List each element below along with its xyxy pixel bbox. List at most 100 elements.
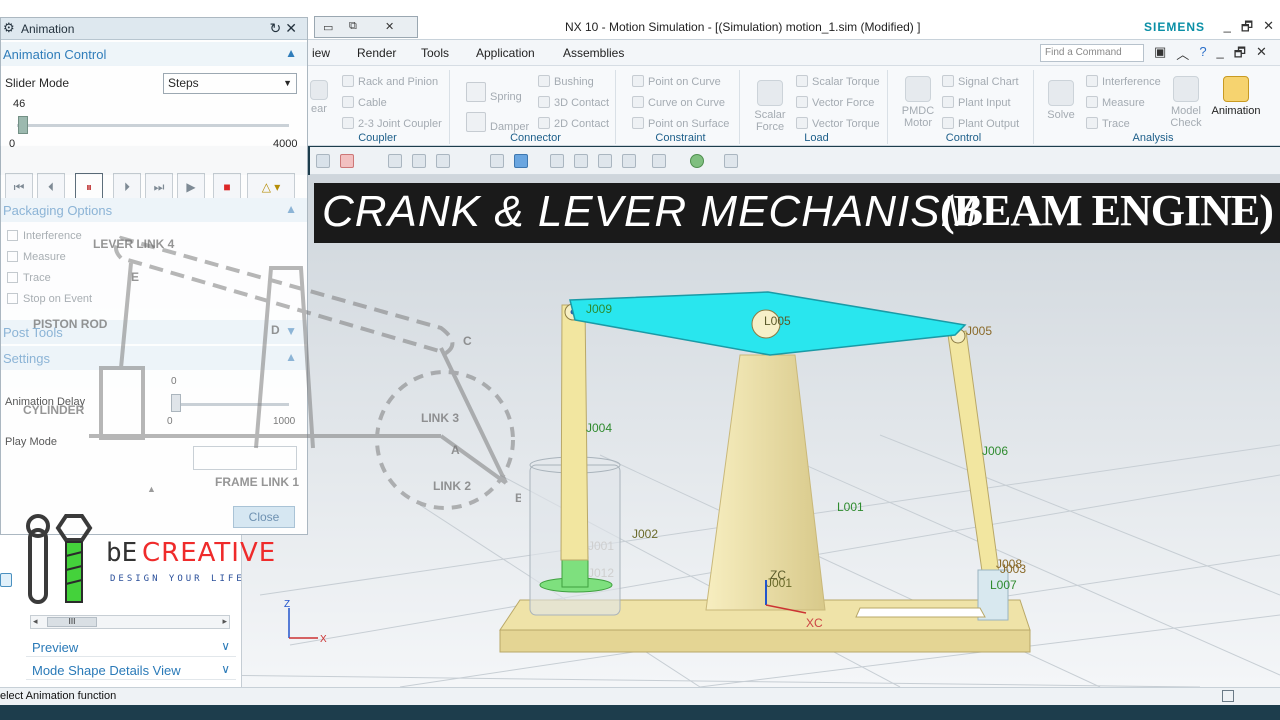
- zoom-icon[interactable]: [574, 154, 588, 168]
- dialog-close-icon[interactable]: ✕: [285, 20, 301, 36]
- model-check-button[interactable]: Model Check: [1166, 76, 1206, 129]
- command-search-input[interactable]: Find a Command: [1040, 44, 1144, 62]
- preview-row[interactable]: Preview ∨: [26, 637, 236, 657]
- inner-restore-button[interactable]: ⧉: [349, 20, 357, 33]
- snap-icon[interactable]: [388, 154, 402, 168]
- model-label: L005: [764, 314, 791, 328]
- ribbon-group-constraint: Point on Curve Curve on Curve Point on S…: [622, 70, 740, 144]
- close-window-button[interactable]: ✕: [1263, 18, 1274, 40]
- select-icon[interactable]: [316, 154, 330, 168]
- shaded-icon[interactable]: [490, 154, 504, 168]
- menu-render[interactable]: Render: [357, 46, 396, 60]
- slider-mode-select[interactable]: Steps ▼: [163, 73, 297, 94]
- minimize-button[interactable]: _: [1224, 18, 1231, 40]
- vector-force-icon: [796, 96, 808, 108]
- cable-button[interactable]: Cable: [342, 96, 387, 109]
- contact-2d-button[interactable]: 2D Contact: [538, 117, 609, 130]
- reset-icon[interactable]: ↻: [270, 20, 286, 36]
- scalar-torque-button[interactable]: Scalar Torque: [796, 75, 880, 88]
- rack-and-pinion-button[interactable]: Rack and Pinion: [342, 75, 438, 88]
- cube-icon[interactable]: [514, 154, 528, 168]
- step-max: 4000: [273, 138, 298, 150]
- export-movie-button[interactable]: ▶: [177, 173, 205, 201]
- triad-z-label: Z: [284, 599, 290, 610]
- ribbon-group-coupler: ear Rack and Pinion Cable 2-3 Joint Coup…: [306, 70, 450, 144]
- scroll-left-icon[interactable]: ◂: [33, 616, 38, 627]
- rotate-icon[interactable]: [598, 154, 612, 168]
- slider-mode-value: Steps: [168, 76, 199, 90]
- trace-button[interactable]: Trace: [1086, 117, 1130, 130]
- scalar-force-button[interactable]: Scalar Force: [750, 80, 790, 133]
- vector-force-button[interactable]: Vector Force: [796, 96, 874, 109]
- bottom-strip: [0, 705, 1280, 720]
- step-back-button[interactable]: ⏴: [37, 173, 65, 201]
- bushing-button[interactable]: Bushing: [538, 75, 594, 88]
- animation-control-header[interactable]: Animation Control ▲: [1, 42, 307, 66]
- sketch-label: A: [451, 443, 460, 457]
- spring-button[interactable]: Spring: [466, 82, 522, 103]
- step-forward-button[interactable]: ⏵: [113, 173, 141, 201]
- menu-assemblies[interactable]: Assemblies: [563, 46, 624, 60]
- plant-output-button[interactable]: Plant Output: [942, 117, 1019, 130]
- interference-button[interactable]: Interference: [1086, 75, 1161, 88]
- help-icon[interactable]: ?: [1199, 44, 1206, 66]
- signal-chart-button[interactable]: Signal Chart: [942, 75, 1019, 88]
- status-window-icon[interactable]: [1222, 690, 1234, 702]
- collapse-ribbon-icon[interactable]: ︿: [1176, 44, 1189, 66]
- vector-torque-button[interactable]: Vector Torque: [796, 117, 880, 130]
- fit-view-icon[interactable]: [550, 154, 564, 168]
- point-on-curve-button[interactable]: Point on Curve: [632, 75, 721, 88]
- close-icon[interactable]: ✕: [1256, 44, 1267, 66]
- measure-button[interactable]: Measure: [1086, 96, 1145, 109]
- animation-button[interactable]: Animation: [1206, 76, 1266, 117]
- snap-point-icon[interactable]: [412, 154, 426, 168]
- window-icon[interactable]: ▣: [1154, 44, 1166, 66]
- last-frame-button[interactable]: ⏭: [145, 173, 173, 201]
- joint-coupler-button[interactable]: 2-3 Joint Coupler: [342, 117, 442, 130]
- first-frame-button[interactable]: ⏮: [5, 173, 33, 201]
- gear-button[interactable]: ear: [308, 80, 330, 115]
- step-slider-thumb[interactable]: [18, 116, 29, 134]
- inner-window-controls: ▭ ⧉ ✕: [314, 16, 418, 38]
- filter-icon[interactable]: [340, 154, 354, 168]
- stop-button[interactable]: ■: [213, 173, 241, 201]
- dialog-title: Animation: [21, 22, 75, 36]
- pmdc-motor-button[interactable]: PMDC Motor: [898, 76, 938, 129]
- menu-icons: ▣ ︿ ? _ 🗗 ✕: [1154, 44, 1267, 66]
- damper-button[interactable]: Damper: [466, 112, 529, 133]
- settings-gear-icon[interactable]: ⚙: [3, 20, 15, 36]
- layer-icon[interactable]: [724, 154, 738, 168]
- resource-icon[interactable]: [0, 573, 12, 587]
- ribbon-group-connector: Spring Damper Bushing 3D Contact 2D Cont…: [456, 70, 616, 144]
- window-title: NX 10 - Motion Simulation - [(Simulation…: [565, 20, 921, 34]
- scroll-right-icon[interactable]: ▸: [222, 616, 227, 627]
- step-min: 0: [9, 138, 16, 150]
- inner-close-button[interactable]: ✕: [385, 20, 394, 33]
- horizontal-scrollbar[interactable]: ◂ III ▸: [30, 615, 230, 629]
- step-slider-track[interactable]: [17, 124, 289, 127]
- curve-on-curve-button[interactable]: Curve on Curve: [632, 96, 725, 109]
- menu-application[interactable]: Application: [476, 46, 535, 60]
- mode-shape-row[interactable]: Mode Shape Details View ∨: [26, 660, 236, 680]
- solve-button[interactable]: Solve: [1042, 80, 1080, 121]
- slider-mode-label: Slider Mode: [5, 76, 70, 90]
- minimize-icon[interactable]: _: [1217, 44, 1224, 66]
- model-label: J005: [966, 324, 992, 338]
- display-icon[interactable]: [690, 154, 704, 168]
- scroll-thumb[interactable]: III: [47, 617, 97, 627]
- contact-3d-button[interactable]: 3D Contact: [538, 96, 609, 109]
- point-on-surface-button[interactable]: Point on Surface: [632, 117, 729, 130]
- wcs-icon[interactable]: [652, 154, 666, 168]
- plant-input-button[interactable]: Plant Input: [942, 96, 1011, 109]
- inner-minimize-button[interactable]: ▭: [323, 21, 333, 34]
- mode-dropdown-button[interactable]: △ ▾: [247, 173, 295, 201]
- ribbon-group-title: Coupler: [358, 132, 397, 144]
- pause-button[interactable]: ⏸: [75, 173, 103, 201]
- menu-tools[interactable]: Tools: [421, 46, 449, 60]
- view-orient-icon[interactable]: [622, 154, 636, 168]
- menu-view[interactable]: iew: [312, 46, 330, 60]
- restore-icon[interactable]: 🗗: [1234, 44, 1246, 66]
- restore-button[interactable]: 🗗: [1241, 18, 1253, 40]
- sketch-label: CYLINDER: [23, 403, 85, 417]
- select-region-icon[interactable]: [436, 154, 450, 168]
